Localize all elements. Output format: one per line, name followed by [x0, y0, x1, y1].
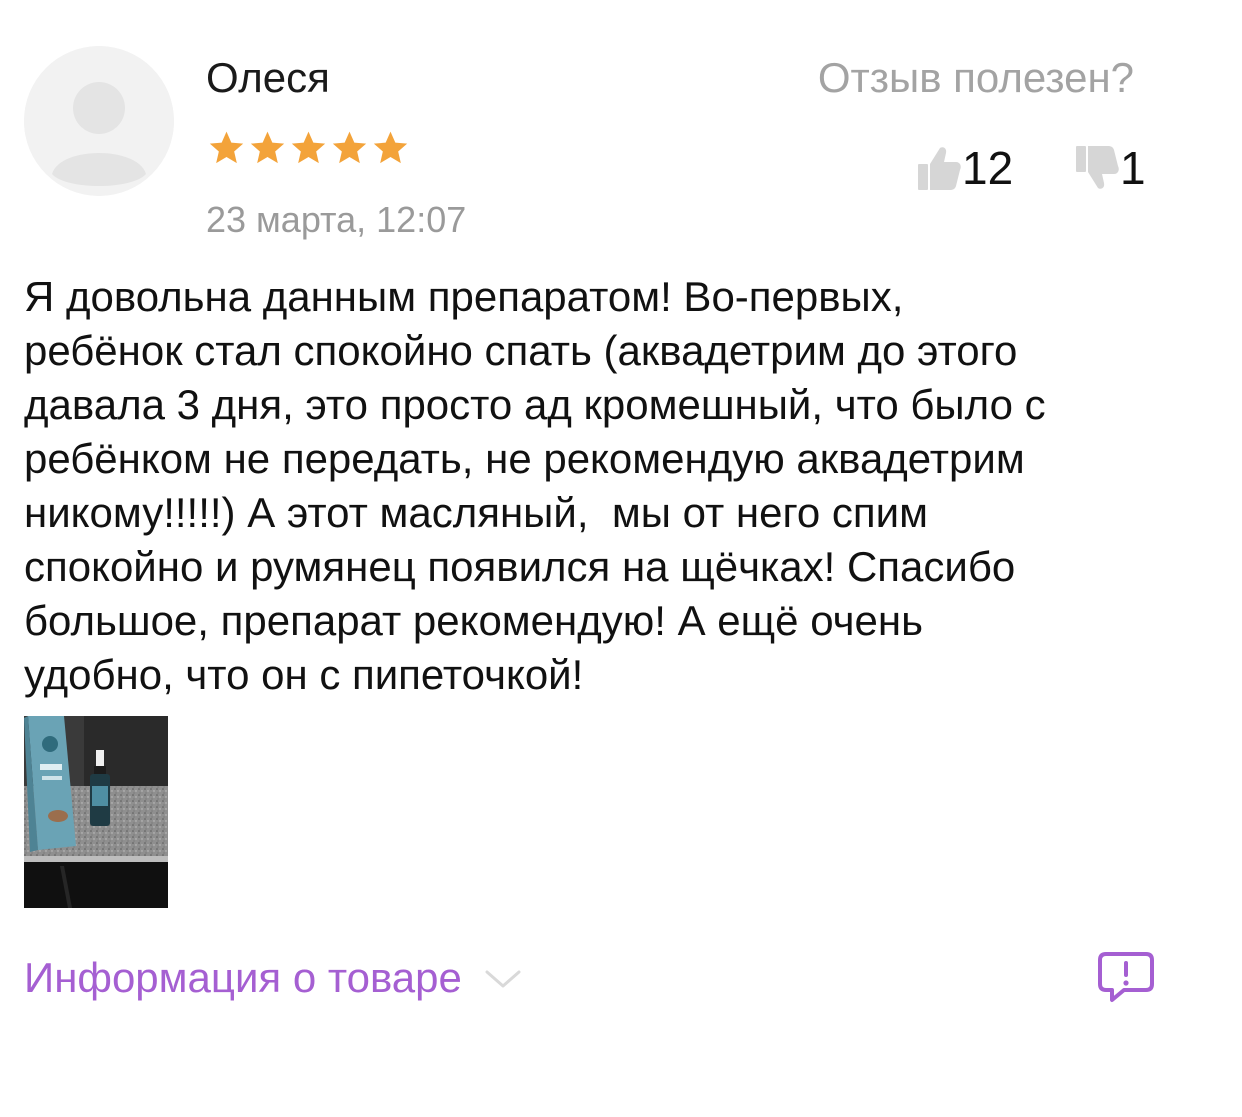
dislike-button[interactable]: 1	[1074, 140, 1146, 196]
report-message-icon	[1098, 952, 1154, 1002]
helpful-question: Отзыв полезен?	[817, 54, 1134, 101]
star-icon	[332, 131, 367, 164]
report-button[interactable]	[1096, 950, 1156, 1006]
review-photo-thumbnail[interactable]	[24, 716, 168, 908]
star-icon	[291, 131, 326, 164]
avatar	[24, 46, 174, 196]
star-icon	[373, 131, 408, 164]
likes-count: 12	[962, 142, 1014, 194]
thumbs-down-icon	[1076, 146, 1119, 189]
product-photo	[24, 716, 168, 908]
chevron-down-icon	[485, 970, 521, 988]
review-text: Я довольна данным препаратом! Во-первых,…	[24, 273, 1046, 698]
thumbs-up-icon	[918, 147, 961, 190]
user-placeholder-icon	[24, 46, 174, 196]
like-button[interactable]: 12	[916, 140, 1013, 196]
star-icon	[250, 131, 285, 164]
product-info-label: Информация о товаре	[24, 954, 462, 1001]
author-name: Олеся	[206, 54, 330, 101]
review-date: 23 марта, 12:07	[206, 199, 467, 240]
rating-stars	[206, 128, 411, 168]
product-info-toggle[interactable]: Информация о товаре	[24, 952, 522, 1004]
star-icon	[209, 131, 244, 164]
dislikes-count: 1	[1120, 142, 1146, 194]
